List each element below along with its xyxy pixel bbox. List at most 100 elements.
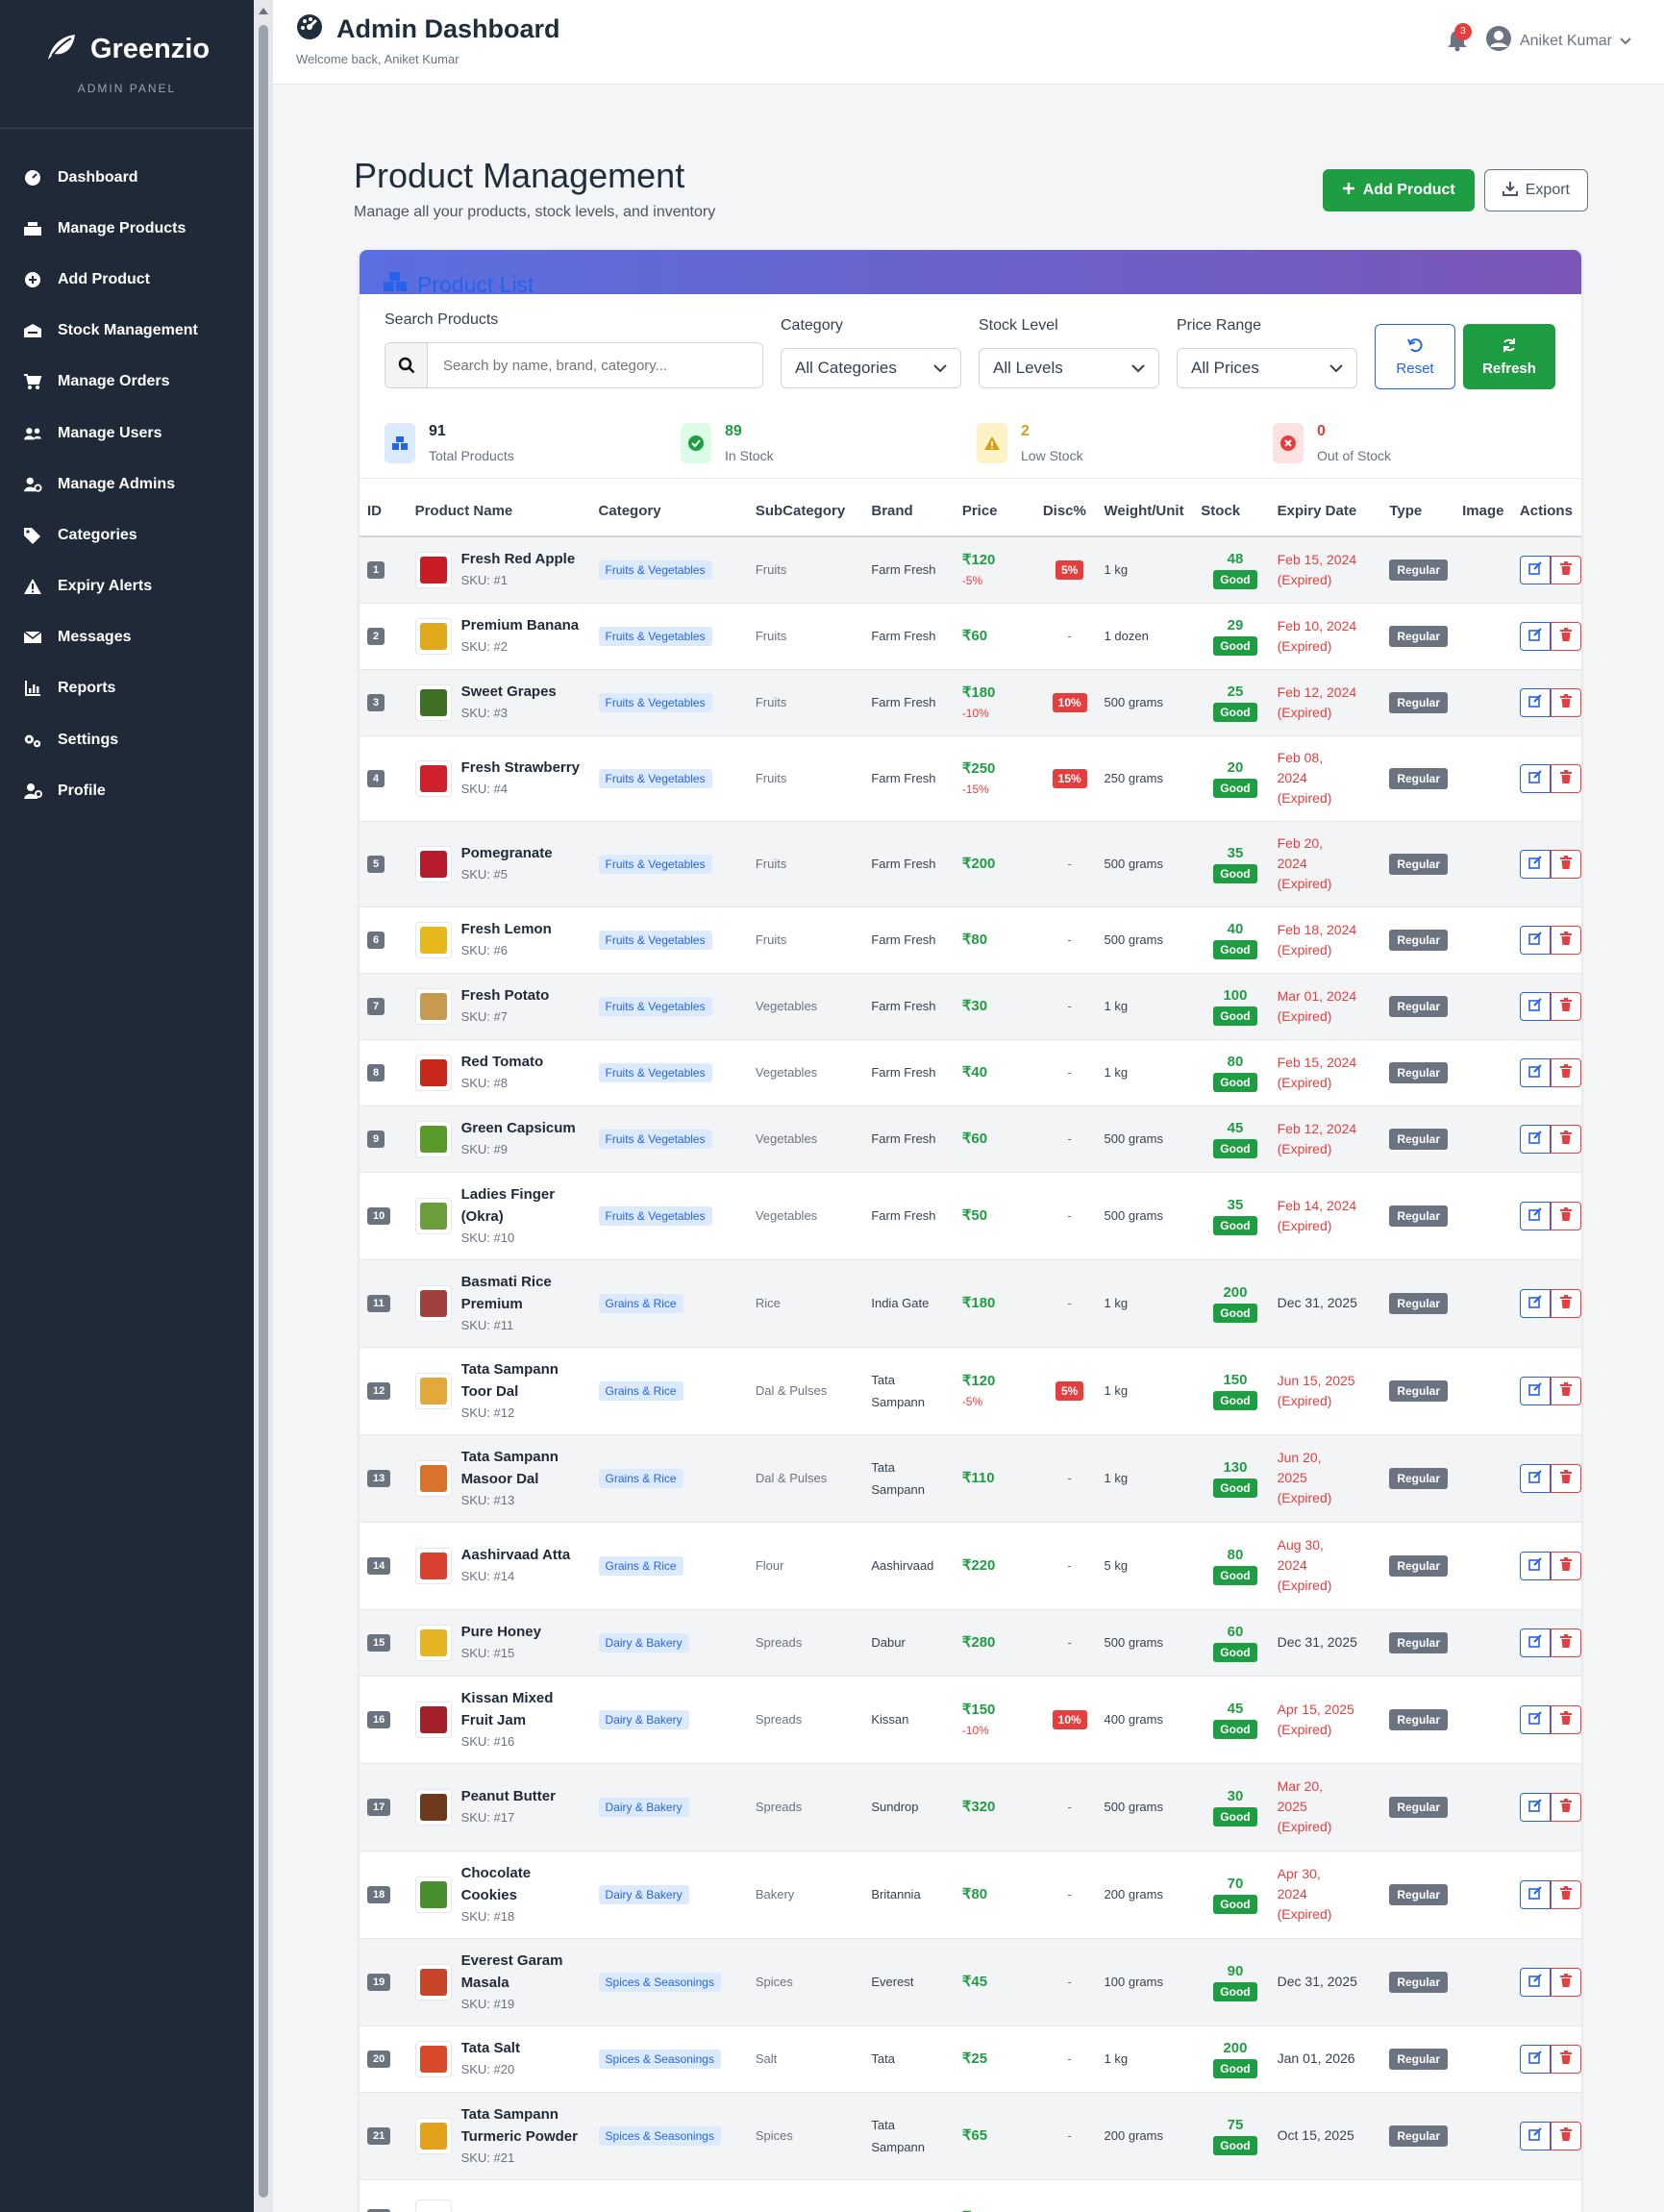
sidebar-item-categories[interactable]: Categories bbox=[0, 510, 254, 560]
table-row[interactable]: 1 Fresh Red Apple SKU: #1 Fruits & Vegetabl… bbox=[360, 536, 1581, 604]
edit-button[interactable] bbox=[1519, 555, 1551, 584]
edit-button[interactable] bbox=[1519, 1628, 1551, 1657]
delete-button[interactable] bbox=[1550, 763, 1581, 793]
price-discount: -5% bbox=[961, 1394, 983, 1408]
edit-button[interactable] bbox=[1519, 1288, 1551, 1318]
table-row[interactable]: 6 Fresh Lemon SKU: #6 Fruits & Vegetables Fr… bbox=[360, 907, 1581, 974]
delete-button[interactable] bbox=[1550, 1057, 1581, 1087]
table-row[interactable]: 7 Fresh Potato SKU: #7 Fruits & Vegetables V… bbox=[360, 973, 1581, 1040]
search-field[interactable] bbox=[385, 342, 763, 388]
table-row[interactable]: 17 Peanut Butter SKU: #17 Dairy & Bakery Spr… bbox=[360, 1763, 1581, 1852]
table-row[interactable]: 8 Red Tomato SKU: #8 Fruits & Vegetables Veg… bbox=[360, 1039, 1581, 1106]
edit-button[interactable] bbox=[1519, 1124, 1551, 1154]
sidebar-item-stock-management[interactable]: Stock Management bbox=[0, 306, 254, 357]
delete-button[interactable] bbox=[1550, 925, 1581, 955]
table-row[interactable]: 12 Tata Sampann Toor Dal SKU: #12 Grains & R… bbox=[360, 1347, 1581, 1435]
sidebar-item-manage-admins[interactable]: Manage Admins bbox=[0, 459, 254, 510]
delete-button[interactable] bbox=[1550, 849, 1581, 879]
edit-button[interactable] bbox=[1519, 2044, 1551, 2074]
edit-button[interactable] bbox=[1519, 1376, 1551, 1405]
table-row[interactable]: 3 Sweet Grapes SKU: #3 Fruits & Vegetables F… bbox=[360, 669, 1581, 736]
edit-button[interactable] bbox=[1519, 763, 1551, 793]
category-select[interactable]: All Categories bbox=[781, 348, 961, 388]
delete-button[interactable] bbox=[1550, 621, 1581, 651]
search-input[interactable] bbox=[428, 357, 755, 374]
table-row[interactable]: 11 Basmati Rice Premium SKU: #11 Grains & Ri… bbox=[360, 1259, 1581, 1348]
delete-button[interactable] bbox=[1550, 2044, 1581, 2074]
sidebar-item-manage-products[interactable]: Manage Products bbox=[0, 203, 254, 254]
notifications-button[interactable]: 3 bbox=[1447, 22, 1472, 54]
edit-button[interactable] bbox=[1519, 1551, 1551, 1580]
sidebar-item-label: Settings bbox=[58, 731, 119, 748]
table-row[interactable]: 22 Fortune Mustard ₹180 60 Aug 30, bbox=[360, 2179, 1581, 2212]
scrollbar[interactable] bbox=[254, 0, 273, 2212]
table-row[interactable]: 15 Pure Honey SKU: #15 Dairy & Bakery Spread… bbox=[360, 1609, 1581, 1677]
edit-button[interactable] bbox=[1519, 1057, 1551, 1087]
edit-button[interactable] bbox=[1519, 1792, 1551, 1822]
edit-button[interactable] bbox=[1519, 687, 1551, 717]
edit-button[interactable] bbox=[1519, 925, 1551, 955]
export-button[interactable]: Export bbox=[1483, 169, 1588, 211]
reset-button[interactable]: Reset bbox=[1375, 324, 1455, 389]
sidebar-item-label: Categories bbox=[58, 526, 137, 543]
edit-button[interactable] bbox=[1519, 1704, 1551, 1734]
add-product-button[interactable]: Add Product bbox=[1322, 169, 1475, 211]
product-thumbnail bbox=[414, 1054, 452, 1091]
sidebar-item-messages[interactable]: Messages bbox=[0, 612, 254, 663]
table-row[interactable]: 4 Fresh Strawberry SKU: #4 Fruits & Vegetab… bbox=[360, 735, 1581, 822]
table-row[interactable]: 13 Tata Sampann Masoor Dal SKU: #13 Grains &… bbox=[360, 1434, 1581, 1523]
delete-button[interactable] bbox=[1550, 991, 1581, 1021]
sidebar-item-reports[interactable]: Reports bbox=[0, 663, 254, 714]
delete-button[interactable] bbox=[1550, 1201, 1581, 1230]
table-row[interactable]: 10 Ladies Finger (Okra) SKU: #10 Fruits & Ve… bbox=[360, 1172, 1581, 1260]
scroll-up-arrow-icon[interactable] bbox=[259, 8, 268, 14]
user-menu[interactable]: Aniket Kumar bbox=[1485, 25, 1631, 57]
delete-button[interactable] bbox=[1550, 1376, 1581, 1405]
edit-button[interactable] bbox=[1519, 849, 1551, 879]
table-row[interactable]: 21 Tata Sampann Turmeric Powder SKU: #21 Spi… bbox=[360, 2092, 1581, 2180]
sidebar-item-dashboard[interactable]: Dashboard bbox=[0, 152, 254, 203]
table-row[interactable]: 16 Kissan Mixed Fruit Jam SKU: #16 Dairy & B… bbox=[360, 1676, 1581, 1764]
delete-button[interactable] bbox=[1550, 2121, 1581, 2150]
delete-button[interactable] bbox=[1550, 1704, 1581, 1734]
sidebar-item-profile[interactable]: Profile bbox=[0, 765, 254, 816]
edit-button[interactable] bbox=[1519, 1463, 1551, 1493]
cell-product-name: Fresh Lemon SKU: #6 bbox=[407, 907, 591, 974]
table-row[interactable]: 18 Chocolate Cookies SKU: #18 Dairy & Bakery… bbox=[360, 1851, 1581, 1939]
edit-button[interactable] bbox=[1519, 1879, 1551, 1909]
table-row[interactable]: 20 Tata Salt SKU: #20 Spices & Seasonings Sa… bbox=[360, 2026, 1581, 2093]
sidebar-item-settings[interactable]: Settings bbox=[0, 714, 254, 765]
edit-button[interactable] bbox=[1519, 991, 1551, 1021]
delete-button[interactable] bbox=[1550, 687, 1581, 717]
edit-button[interactable] bbox=[1519, 621, 1551, 651]
cell-brand: Kissan bbox=[863, 1676, 955, 1764]
edit-button[interactable] bbox=[1519, 1967, 1551, 1997]
delete-button[interactable] bbox=[1550, 1879, 1581, 1909]
delete-button[interactable] bbox=[1550, 1463, 1581, 1493]
refresh-button[interactable]: Refresh bbox=[1463, 324, 1555, 389]
delete-button[interactable] bbox=[1550, 1288, 1581, 1318]
sidebar-item-manage-orders[interactable]: Manage Orders bbox=[0, 357, 254, 408]
table-row[interactable]: 14 Aashirvaad Atta SKU: #14 Grains & Rice Fl… bbox=[360, 1522, 1581, 1610]
table-row[interactable]: 2 Premium Banana SKU: #2 Fruits & Vegetable… bbox=[360, 603, 1581, 670]
delete-button[interactable] bbox=[1550, 1551, 1581, 1580]
table-row[interactable]: 19 Everest Garam Masala SKU: #19 Spices & Se… bbox=[360, 1938, 1581, 2026]
cell-product-name: Green Capsicum SKU: #9 bbox=[407, 1106, 591, 1173]
edit-button[interactable] bbox=[1519, 1201, 1551, 1230]
sidebar-item-add-product[interactable]: Add Product bbox=[0, 254, 254, 305]
brand[interactable]: Greenzio ADMIN PANEL bbox=[0, 0, 254, 129]
delete-button[interactable] bbox=[1550, 1628, 1581, 1657]
trash-icon bbox=[1559, 1557, 1572, 1574]
table-row[interactable]: 9 Green Capsicum SKU: #9 Fruits & Vegetable… bbox=[360, 1106, 1581, 1173]
table-row[interactable]: 5 Pomegranate SKU: #5 Fruits & Vegetables Fr… bbox=[360, 821, 1581, 907]
scrollbar-thumb[interactable] bbox=[259, 25, 268, 2198]
sidebar-item-manage-users[interactable]: Manage Users bbox=[0, 408, 254, 459]
delete-button[interactable] bbox=[1550, 1124, 1581, 1154]
delete-button[interactable] bbox=[1550, 1967, 1581, 1997]
sidebar-item-expiry-alerts[interactable]: Expiry Alerts bbox=[0, 561, 254, 612]
edit-button[interactable] bbox=[1519, 2121, 1551, 2150]
price-range-select[interactable]: All Prices bbox=[1177, 348, 1357, 388]
delete-button[interactable] bbox=[1550, 555, 1581, 584]
stock-level-select[interactable]: All Levels bbox=[979, 348, 1159, 388]
delete-button[interactable] bbox=[1550, 1792, 1581, 1822]
